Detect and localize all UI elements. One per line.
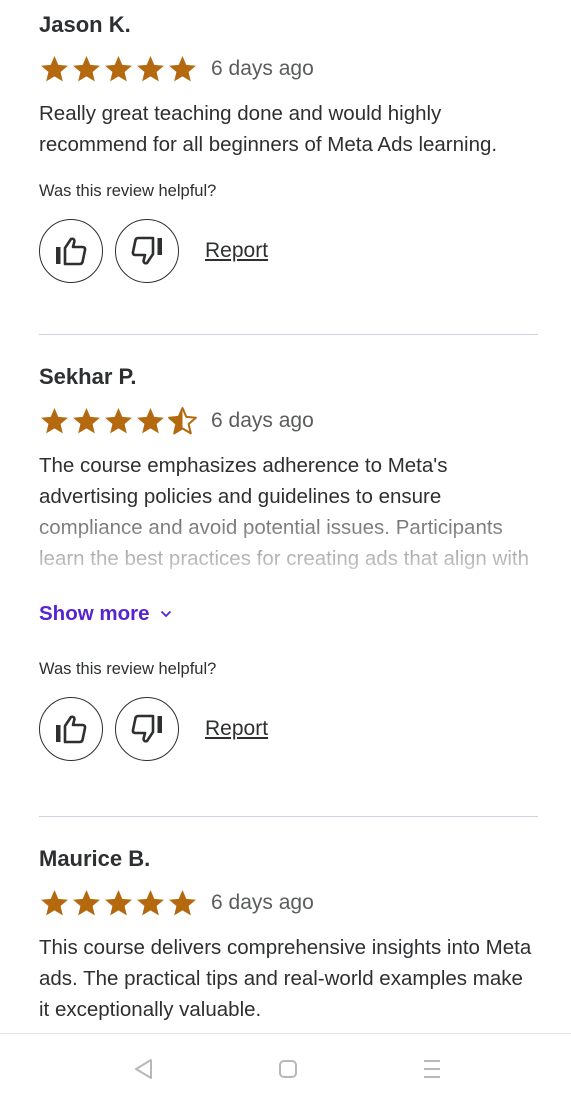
review-actions: Report [39,697,538,761]
helpful-prompt: Was this review helpful? [39,182,217,200]
star-full-icon [137,890,164,916]
chevron-down-icon [160,610,171,618]
reviewer-name: Jason K. [39,12,131,37]
star-full-icon [73,408,100,434]
system-nav-bar [0,1033,571,1103]
review-date: 6 days ago [211,891,314,914]
review-text-clamp: The course emphasizes adherence to Meta'… [39,450,538,574]
star-full-icon [41,890,68,916]
show-more-label: Show more [39,602,150,625]
star-rating [39,406,198,436]
divider [39,816,538,817]
reviewer-name: Sekhar P. [39,364,137,389]
rating-row: 6 days ago [39,406,538,436]
star-full-icon [105,890,132,916]
star-full-icon [41,408,68,434]
review-actions: Report [39,219,538,283]
menu-lines-icon [424,1060,440,1078]
thumbs-up-icon [56,715,87,744]
thumbs-up-button[interactable] [39,219,103,283]
report-link[interactable]: Report [205,239,268,263]
star-full-icon [137,408,164,434]
star-full-icon [169,890,196,916]
star-full-icon [105,408,132,434]
star-full-icon [169,56,196,82]
nav-home-button[interactable] [275,1056,301,1082]
star-full-icon [105,56,132,82]
review-card: Sekhar P. 6 days ago The course emphasiz… [39,364,538,761]
nav-back-button[interactable] [130,1056,156,1082]
star-full-icon [73,56,100,82]
star-full-icon [73,890,100,916]
thumbs-up-icon [56,237,87,266]
rating-row: 6 days ago [39,888,538,918]
square-home-icon [279,1060,297,1078]
helpful-prompt: Was this review helpful? [39,660,217,678]
review-text: This course delivers comprehensive insig… [39,936,532,1021]
text-fade-overlay [39,512,538,574]
star-half-icon [168,407,197,435]
thumbs-down-icon [131,236,162,265]
review-text: Really great teaching done and would hig… [39,102,498,156]
thumbs-down-button[interactable] [115,697,179,761]
thumbs-up-button[interactable] [39,697,103,761]
nav-menu-button[interactable] [419,1056,445,1082]
star-rating [39,54,198,84]
reviewer-name: Maurice B. [39,846,151,871]
review-card: Jason K. 6 days ago Really great teachin… [39,12,538,283]
show-more-button[interactable]: Show more [39,602,538,626]
report-link[interactable]: Report [205,717,268,741]
divider [39,334,538,335]
thumbs-down-button[interactable] [115,219,179,283]
thumbs-down-icon [131,714,162,743]
triangle-back-icon [135,1059,152,1079]
rating-row: 6 days ago [39,54,538,84]
star-full-icon [41,56,68,82]
star-full-icon [137,56,164,82]
review-date: 6 days ago [211,409,314,432]
review-card: Maurice B. 6 days ago This course delive… [39,846,538,1025]
star-rating [39,888,198,918]
review-date: 6 days ago [211,57,314,80]
